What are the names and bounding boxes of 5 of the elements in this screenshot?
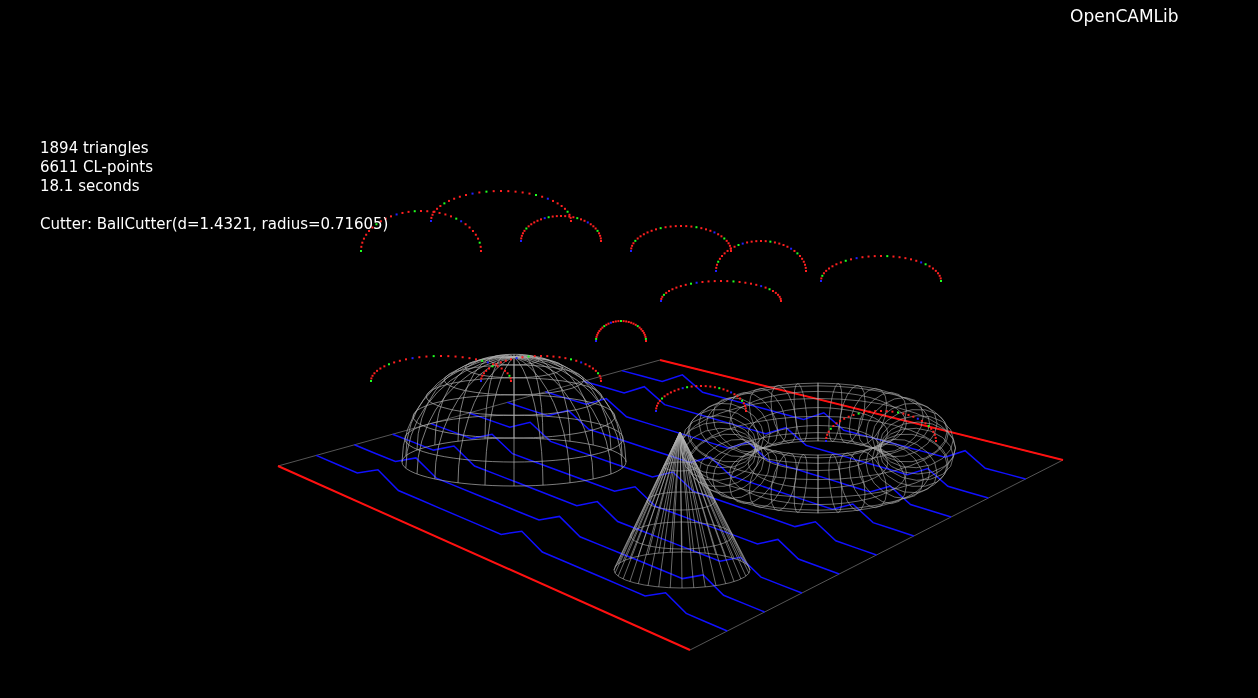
stat-text: 1894 triangles xyxy=(40,139,150,158)
app-title: OpenCAMLib xyxy=(1070,5,1179,28)
stat-text: 6611 CL-points xyxy=(40,158,154,177)
stat-text: 18.1 seconds xyxy=(40,177,141,196)
cutter-text: Cutter: BallCutter(d=1.4321, radius=0.71605) xyxy=(40,215,389,234)
